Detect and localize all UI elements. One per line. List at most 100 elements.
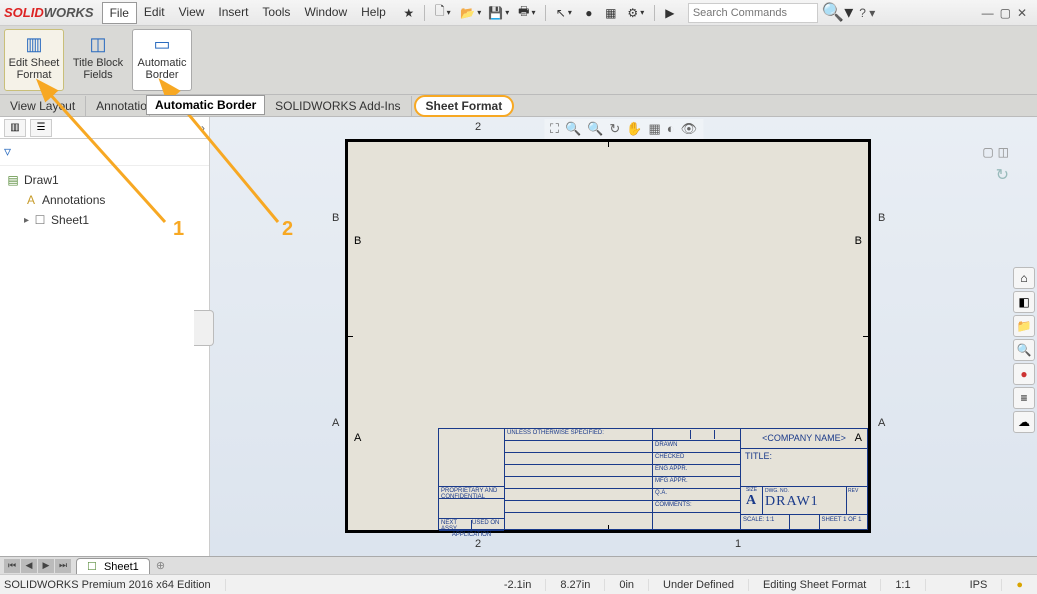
help-icon[interactable]: ? ▾ [859,6,875,20]
maximize-button[interactable]: ▢ [1000,6,1011,20]
search-icon[interactable]: 🔍▾ [822,2,853,23]
title-block-icon: ◫ [86,34,110,54]
tree-annotations-label: Annotations [42,193,105,207]
panel-tab-tree[interactable]: ▥ [4,119,26,137]
zoom-prev-icon[interactable]: 🔍 [587,121,603,137]
tb-size-val: A [741,493,762,509]
menu-edit[interactable]: Edit [137,2,172,24]
search-input[interactable] [693,7,813,19]
edit-sheet-format-button[interactable]: ▥ Edit Sheet Format [4,29,64,91]
status-bar: SOLIDWORKS Premium 2016 x64 Edition -2.1… [0,574,1037,594]
appearances-icon[interactable]: ● [1013,363,1035,385]
minimize-button[interactable]: — [982,6,994,20]
close-button[interactable]: ✕ [1017,6,1027,20]
menu-file[interactable]: File [102,2,137,24]
tb-application: APPLICATION [439,531,504,543]
triad-icon[interactable]: ↻ [996,167,1009,184]
open-button[interactable]: 📂 [458,3,484,23]
menu-view[interactable]: View [172,2,212,24]
sheet-tab-label: Sheet1 [104,561,139,573]
logo-solid: SOLID [4,5,44,20]
tb-drawn: DRAWN [653,441,740,453]
title-bar: SOLIDWORKS File Edit View Insert Tools W… [0,0,1037,26]
appearance-button[interactable]: ▶ [660,3,680,23]
sheet-nav-last[interactable]: ⏭ [55,559,71,573]
tab-sheet-format[interactable]: Sheet Format [414,95,515,117]
zone-right-a: A [878,417,885,429]
select-button[interactable]: ↖ [551,3,577,23]
filter-icon[interactable]: ▿ [4,143,11,159]
tree-annotations[interactable]: A Annotations [6,190,203,210]
task-pane-tabs: ⌂ ◧ 📁 🔍 ● ≡ ☁ [1013,267,1035,433]
save-button[interactable]: 💾 [486,3,512,23]
tree-root-label: Draw1 [24,173,59,187]
home-icon[interactable]: ⌂ [1013,267,1035,289]
main-area: ▥ ☰ › ▿ ▤ Draw1 A Annotations ▸ ☐ Sheet1 [0,117,1037,556]
library-icon[interactable]: 📁 [1013,315,1035,337]
options-button[interactable]: ▦ [601,3,621,23]
sheet-tab-icon: ☐ [87,561,97,573]
automatic-border-button[interactable]: ▭ Automatic Border [132,29,192,91]
filter-row: ▿ [0,139,209,166]
tab-annotation[interactable]: Annotation [86,96,150,116]
title-block[interactable]: PROPRIETARY AND CONFIDENTIAL NEXT ASSYUS… [438,428,868,530]
pin-icon[interactable]: ★ [399,3,419,23]
hide-icon[interactable]: 👁 [681,121,698,137]
display-icon[interactable]: ◐ [667,121,675,137]
tab-addins[interactable]: SOLIDWORKS Add-Ins [265,96,411,116]
panel-flyout-handle[interactable] [194,310,214,346]
drawing-sheet[interactable]: B B A A PROPRIETARY AND CONFIDENTIAL NEX… [345,139,871,533]
menu-tools[interactable]: Tools [255,2,297,24]
menu-insert[interactable]: Insert [211,2,255,24]
sheet-icon: ☐ [33,213,47,227]
tab-view-layout[interactable]: View Layout [0,96,86,116]
zone-left-a: A [332,417,339,429]
auto-border-label: Automatic Border [133,57,191,81]
tb-proprietary: PROPRIETARY AND CONFIDENTIAL [439,487,504,499]
annotation-number-2: 2 [282,218,293,241]
tree-root[interactable]: ▤ Draw1 [6,170,203,190]
tree-sheet-label: Sheet1 [51,213,89,227]
rotate-icon[interactable]: ↻ [609,121,620,137]
status-scale[interactable]: 1:1 [881,579,925,591]
expand-icon[interactable]: ▸ [24,215,29,226]
zoom-fit-icon[interactable]: ⛶ [550,121,559,137]
tb-rev: REV [847,487,867,514]
sheet-nav-next[interactable]: ▶ [38,559,54,573]
new-button[interactable]: 🗋 [430,3,456,23]
viewport-split-icon[interactable]: ◫ [998,145,1009,159]
sheet-tab-1[interactable]: ☐ Sheet1 [76,558,150,574]
panel-expand-icon[interactable]: › [201,121,205,135]
viewport-box-icon[interactable]: ▢ [982,145,993,159]
print-button[interactable]: 🖶 [514,3,540,23]
title-block-fields-button[interactable]: ◫ Title Block Fields [68,29,128,91]
sheet-nav-first[interactable]: ⏮ [4,559,20,573]
menu-help[interactable]: Help [354,2,393,24]
tb-scale: SCALE: 1:1 [741,515,790,529]
menu-window[interactable]: Window [297,2,354,24]
resources-icon[interactable]: ◧ [1013,291,1035,313]
settings-button[interactable]: ⚙ [623,3,649,23]
status-y: 8.27in [546,579,605,591]
section-icon[interactable]: ▦ [648,121,660,137]
sheet-tabs-bar: ⏮ ◀ ▶ ⏭ ☐ Sheet1 ⊕ [0,556,1037,574]
status-x: -2.1in [490,579,547,591]
rebuild-button[interactable]: ● [579,3,599,23]
zone-left-b: B [332,212,339,224]
drawing-canvas[interactable]: ⛶ 🔍 🔍 ↻ ✋ ▦ ◐ 👁 2 B B A A 2 1 B B A A [210,117,1037,556]
panel-tab-prop[interactable]: ☰ [30,119,52,137]
separator [424,5,425,21]
zoom-area-icon[interactable]: 🔍 [565,121,581,137]
heads-up-toolbar: ⛶ 🔍 🔍 ↻ ✋ ▦ ◐ 👁 [544,119,703,139]
search-box[interactable] [688,3,818,23]
tb-company: <COMPANY NAME> [741,429,867,449]
sheet-zone-b-left: B [354,235,361,247]
explorer-icon[interactable]: 🔍 [1013,339,1035,361]
add-sheet-icon[interactable]: ⊕ [156,559,165,572]
properties-icon[interactable]: ≡ [1013,387,1035,409]
status-coin-icon[interactable]: ● [1002,579,1037,591]
pan-icon[interactable]: ✋ [626,121,642,137]
status-units[interactable]: IPS [956,579,1003,591]
forum-icon[interactable]: ☁ [1013,411,1035,433]
sheet-nav-prev[interactable]: ◀ [21,559,37,573]
